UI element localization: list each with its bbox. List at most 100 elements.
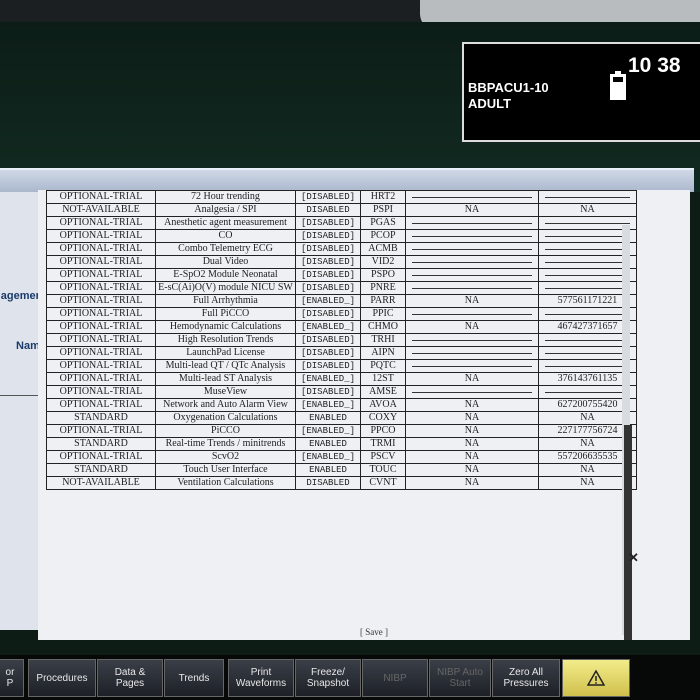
blank-underline xyxy=(545,391,630,393)
blank-underline xyxy=(412,287,532,289)
table-row: OPTIONAL-TRIAL Full PiCCO [DISABLED] PPIC xyxy=(46,307,637,321)
battery-icon xyxy=(610,71,626,100)
table-row: OPTIONAL-TRIAL E-SpO2 Module Neonatal [DIS… xyxy=(46,268,637,282)
table-row: OPTIONAL-TRIAL MuseView [DISABLED] AMSE xyxy=(46,385,637,399)
expiry-cell: NA xyxy=(405,424,539,438)
state-cell: [DISABLED] xyxy=(295,346,361,360)
clock-time: 10 38 xyxy=(628,54,681,77)
state-cell: DISABLED xyxy=(295,203,361,217)
blank-underline xyxy=(545,287,630,289)
state-cell: [DISABLED] xyxy=(295,242,361,256)
code-cell: PSPI xyxy=(360,203,406,217)
feature-cell: E-sC(Ai)O(V) module NICU SW xyxy=(155,281,296,295)
license-document: OPTIONAL-TRIAL 72 Hour trending [DISABLED]… xyxy=(38,190,690,640)
blank-underline xyxy=(412,339,532,341)
feature-cell: Anesthetic agent measurement xyxy=(155,216,296,230)
blank-underline xyxy=(545,339,630,341)
status-cell: OPTIONAL-TRIAL xyxy=(46,372,156,386)
feature-cell: High Resolution Trends xyxy=(155,333,296,347)
table-row: OPTIONAL-TRIAL Multi-lead ST Analysis [ENA… xyxy=(46,372,637,386)
trends-button[interactable]: Trends xyxy=(164,659,224,697)
state-cell: [DISABLED] xyxy=(295,190,361,204)
patient-info-box[interactable]: BBPACU1-10 ADULT xyxy=(462,42,606,142)
code-cell: PNRE xyxy=(360,281,406,295)
state-cell: [DISABLED] xyxy=(295,255,361,269)
blank-underline xyxy=(545,352,630,354)
expiry-cell xyxy=(405,255,539,269)
code-cell: PPCO xyxy=(360,424,406,438)
state-cell: [ENABLED_] xyxy=(295,372,361,386)
state-cell: [ENABLED_] xyxy=(295,450,361,464)
code-cell: CHMO xyxy=(360,320,406,334)
feature-cell: Combo Telemetry ECG xyxy=(155,242,296,256)
patient-type: ADULT xyxy=(468,96,512,111)
table-row: OPTIONAL-TRIAL Combo Telemetry ECG [DISABL… xyxy=(46,242,637,256)
table-row: OPTIONAL-TRIAL LaunchPad License [DISABLED… xyxy=(46,346,637,360)
state-cell: [ENABLED_] xyxy=(295,294,361,308)
code-cell: PSPO xyxy=(360,268,406,282)
clock-box: 10 38 xyxy=(602,42,700,142)
status-cell: OPTIONAL-TRIAL xyxy=(46,398,156,412)
close-icon[interactable]: ✕ xyxy=(628,550,639,566)
feature-cell: Dual Video xyxy=(155,255,296,269)
feature-cell: 72 Hour trending xyxy=(155,190,296,204)
status-cell: OPTIONAL-TRIAL xyxy=(46,268,156,282)
data-pages-button[interactable]: Data & Pages xyxy=(97,659,163,697)
freeze-snapshot-button[interactable]: Freeze/Snapshot xyxy=(295,659,361,697)
status-cell: OPTIONAL-TRIAL xyxy=(46,320,156,334)
feature-cell: E-SpO2 Module Neonatal xyxy=(155,268,296,282)
expiry-cell: NA xyxy=(405,450,539,464)
procedures-button[interactable]: Procedures xyxy=(28,659,96,697)
blank-underline xyxy=(412,235,532,237)
feature-cell: LaunchPad License xyxy=(155,346,296,360)
code-cell: PGAS xyxy=(360,216,406,230)
state-cell: [DISABLED] xyxy=(295,307,361,321)
blank-underline xyxy=(412,222,532,224)
feature-cell: CO xyxy=(155,229,296,243)
expiry-cell: NA xyxy=(405,463,539,477)
blank-underline xyxy=(412,391,532,393)
status-cell: OPTIONAL-TRIAL xyxy=(46,190,156,204)
toolbar-button-partial[interactable]: or P xyxy=(0,659,24,697)
blank-underline xyxy=(412,352,532,354)
blank-underline xyxy=(545,313,630,315)
nibp-auto-start-button[interactable]: NIBP Auto Start xyxy=(429,659,491,697)
feature-cell: Multi-lead ST Analysis xyxy=(155,372,296,386)
blank-underline xyxy=(412,365,532,367)
code-cell: PCOP xyxy=(360,229,406,243)
table-row: NOT-AVAILABLE Analgesia / SPI DISABLED PSPI… xyxy=(46,203,637,217)
state-cell: [DISABLED] xyxy=(295,333,361,347)
status-cell: STANDARD xyxy=(46,437,156,451)
code-cell: TRHI xyxy=(360,333,406,347)
feature-cell: PiCCO xyxy=(155,424,296,438)
save-link[interactable]: [ Save ] xyxy=(360,627,388,637)
expiry-cell: NA xyxy=(405,476,539,490)
alarm-button[interactable] xyxy=(562,659,630,697)
state-cell: [DISABLED] xyxy=(295,359,361,373)
status-cell: OPTIONAL-TRIAL xyxy=(46,216,156,230)
blank-underline xyxy=(412,196,532,198)
expiry-cell xyxy=(405,359,539,373)
nibp-button[interactable]: NIBP xyxy=(362,659,428,697)
blank-underline xyxy=(545,261,630,263)
expiry-cell xyxy=(405,346,539,360)
status-cell: OPTIONAL-TRIAL xyxy=(46,242,156,256)
table-row: OPTIONAL-TRIAL Full Arrhythmia [ENABLED_] P… xyxy=(46,294,637,308)
expiry-cell: NA xyxy=(405,437,539,451)
print-waveforms-button[interactable]: Print Waveforms xyxy=(228,659,294,697)
table-row: NOT-AVAILABLE Ventilation Calculations DIS… xyxy=(46,476,637,490)
feature-cell: Analgesia / SPI xyxy=(155,203,296,217)
feature-cell: Touch User Interface xyxy=(155,463,296,477)
table-row: OPTIONAL-TRIAL Hemodynamic Calculations [E… xyxy=(46,320,637,334)
expiry-cell xyxy=(405,229,539,243)
scrollbar-thumb[interactable] xyxy=(624,425,632,640)
blank-underline xyxy=(545,235,630,237)
state-cell: [DISABLED] xyxy=(295,216,361,230)
state-cell: ENABLED xyxy=(295,411,361,425)
code-cell: AMSE xyxy=(360,385,406,399)
blank-underline xyxy=(545,248,630,250)
zero-all-pressures-button[interactable]: Zero All Pressures xyxy=(492,659,560,697)
blank-underline xyxy=(412,248,532,250)
code-cell: VID2 xyxy=(360,255,406,269)
license-key-cell xyxy=(538,190,637,204)
